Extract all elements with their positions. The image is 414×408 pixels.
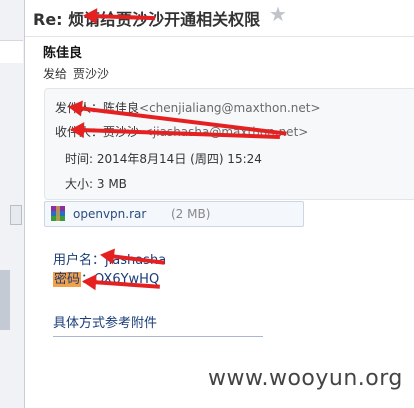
attachment-chip[interactable]: openvpn.rar (2 MB) [44,201,304,227]
size-label: 大小: [65,177,94,191]
attachment-hint: 具体方式参考附件 [53,316,158,331]
separator-line [53,336,263,337]
password-label: 密码 [53,272,82,287]
time-row: 时间: 2014年8月14日 (周四) 15:24 [65,150,262,167]
left-scrollbar[interactable] [10,205,22,225]
size-row: 大小: 3 MB [65,175,127,192]
watermark: www.wooyun.org [208,366,403,391]
star-icon[interactable]: ★ [269,2,287,26]
left-pane [0,0,25,408]
from-email[interactable]: <chenjialiang@maxthon.net> [139,101,320,115]
username-label: 用户名： [53,253,106,268]
attachment-name[interactable]: openvpn.rar [73,207,146,221]
rar-archive-icon [51,206,65,221]
attachment-size: (2 MB) [171,207,211,221]
time-label: 时间: [65,152,94,166]
time-value: 2014年8月14日 (周四) 15:24 [96,152,262,166]
sender-name[interactable]: 陈佳良 [43,42,82,61]
recipient-name[interactable]: 贾沙沙 [73,67,109,81]
email-view: Re: 烦请给贾沙沙开通相关权限 ★ 陈佳良 发给贾沙沙 发件人：陈佳良<che… [25,0,414,408]
to-label: 发给 [43,67,68,81]
left-pane-cell[interactable] [0,40,23,63]
left-pane-shade [0,270,10,330]
size-value: 3 MB [96,177,127,191]
recipient-line: 发给 贾沙沙 [43,65,109,82]
message-header-box: 发件人：陈佳良<chenjialiang@maxthon.net> 收件人：贾沙… [44,88,414,200]
